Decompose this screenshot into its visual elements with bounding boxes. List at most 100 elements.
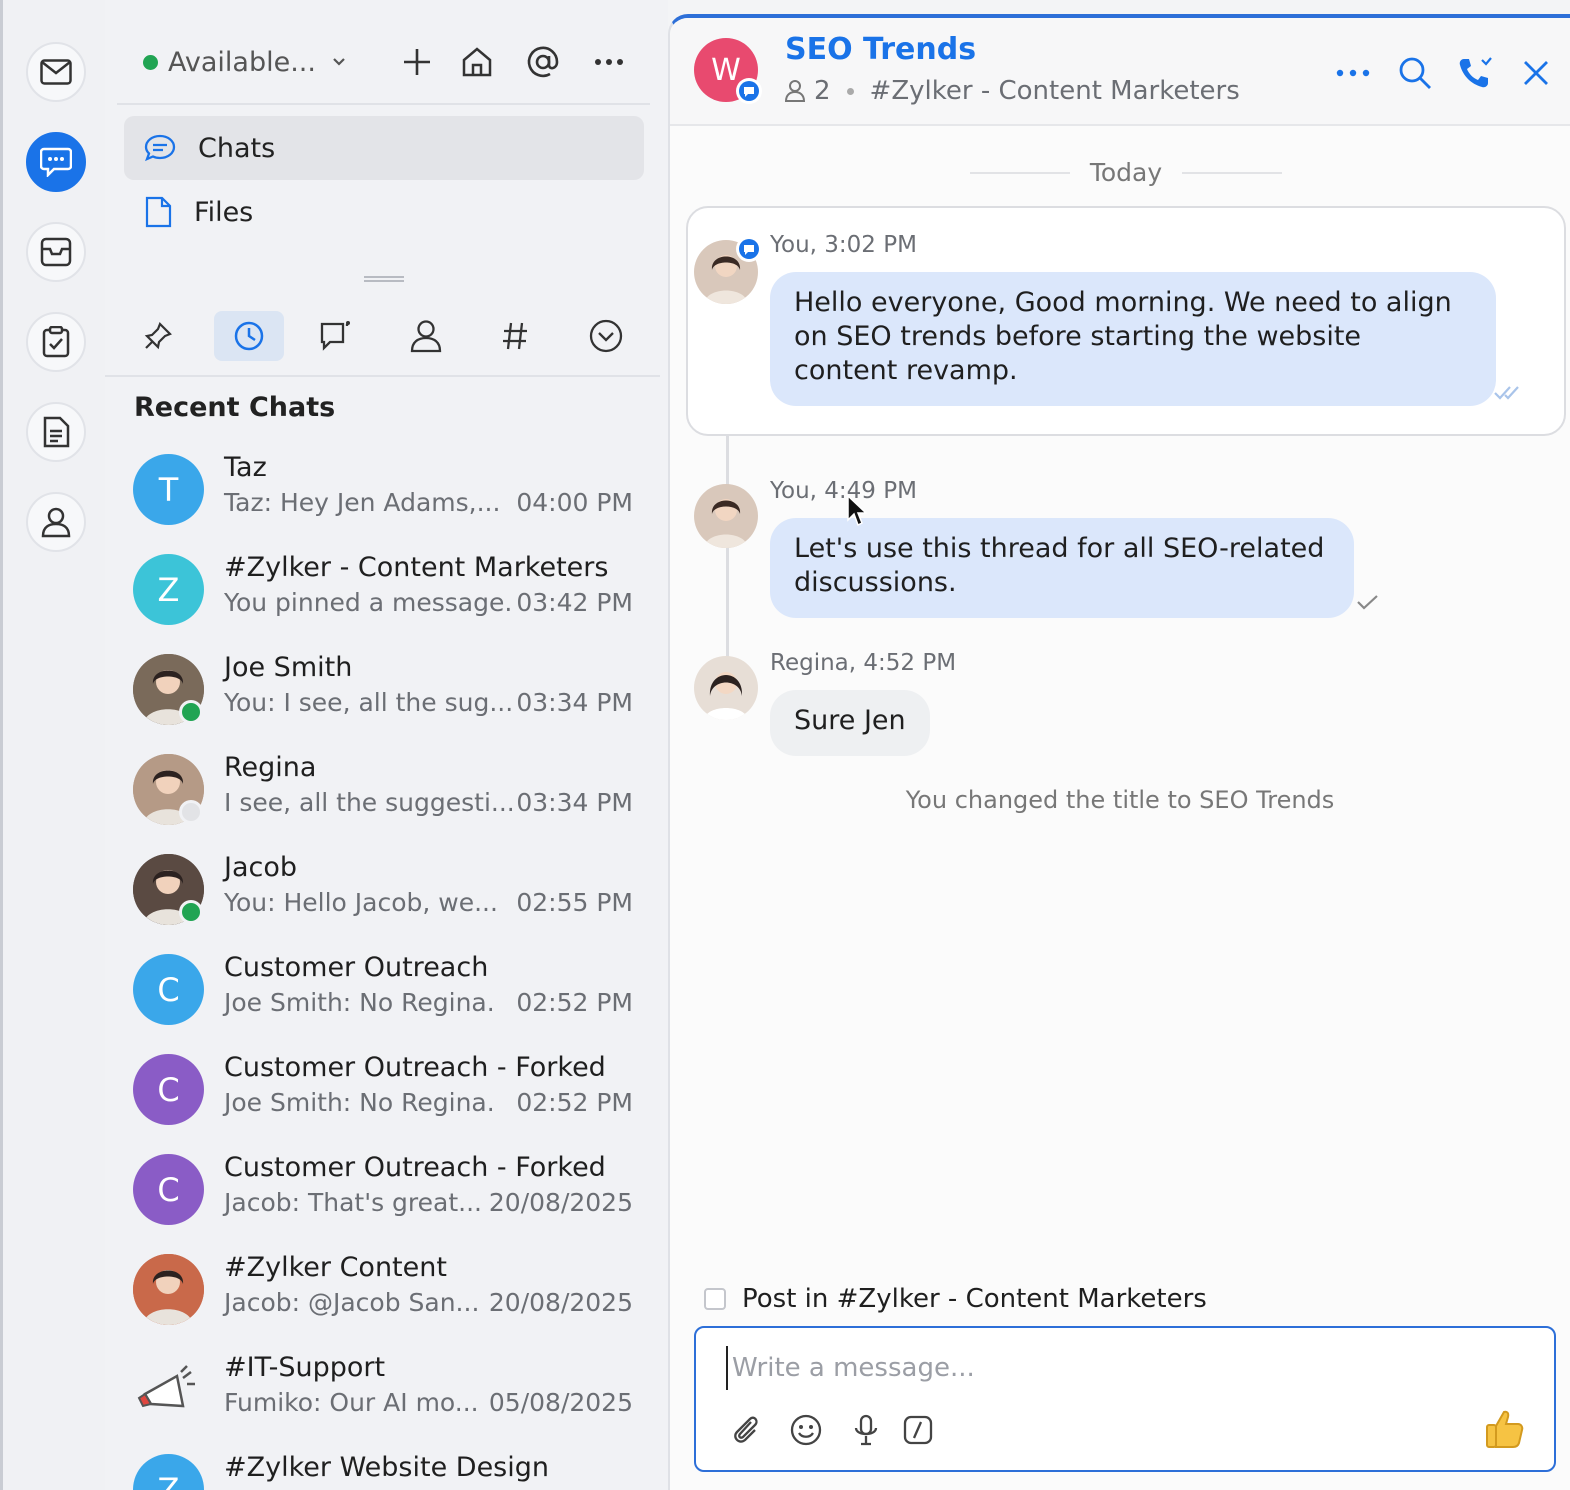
chat-preview: Jacob: @Jacob San... bbox=[224, 1288, 480, 1317]
chat-name: #Zylker - Content Marketers bbox=[224, 552, 609, 583]
avatar-initial: C bbox=[157, 1070, 180, 1109]
more-icon[interactable] bbox=[1332, 52, 1374, 94]
avatar[interactable] bbox=[694, 484, 758, 548]
message-input[interactable] bbox=[726, 1346, 1506, 1390]
chat-list-item[interactable]: Z #Zylker Website Design bbox=[133, 1446, 633, 1490]
member-count[interactable]: 2 bbox=[814, 76, 831, 106]
call-icon[interactable] bbox=[1454, 52, 1496, 94]
chat-timestamp: 20/08/2025 bbox=[488, 1188, 633, 1217]
nav-chats-label: Chats bbox=[198, 132, 276, 164]
tab-recent[interactable] bbox=[214, 311, 284, 361]
divider-line bbox=[1182, 171, 1282, 174]
mentions-icon[interactable] bbox=[521, 40, 565, 84]
threads-icon bbox=[319, 320, 353, 352]
chat-preview: Joe Smith: No Regina. bbox=[224, 1088, 495, 1117]
message-bubble[interactable]: Sure Jen bbox=[770, 690, 930, 756]
system-message: You changed the title to SEO Trends bbox=[905, 786, 1335, 814]
separator-dot bbox=[846, 87, 854, 95]
avatar-initial: Z bbox=[157, 1470, 180, 1490]
chat-list-item[interactable]: C Customer Outreach - Forked Joe Smith: No… bbox=[133, 1046, 633, 1136]
chat-header: W SEO Trends 2 #Zylker - Content Markete… bbox=[670, 18, 1570, 126]
chat-name: #IT-Support bbox=[224, 1352, 386, 1383]
chat-list-item[interactable]: T Taz Taz: Hey Jen Adams,... 04:00 PM bbox=[133, 446, 633, 536]
channels-icon bbox=[501, 321, 529, 351]
post-in-channel-label: Post in #Zylker - Content Marketers bbox=[742, 1284, 1207, 1314]
chat-timestamp: 02:52 PM bbox=[516, 1088, 633, 1117]
emoji-icon[interactable] bbox=[786, 1410, 826, 1450]
chat-timestamp: 05/08/2025 bbox=[488, 1388, 633, 1417]
chat-name: Customer Outreach - Forked bbox=[224, 1052, 606, 1083]
mail-icon[interactable] bbox=[26, 42, 86, 102]
message-bubble[interactable]: Hello everyone, Good morning. We need to… bbox=[770, 272, 1496, 406]
divider-line bbox=[970, 171, 1070, 174]
avatar-initial: C bbox=[157, 1170, 180, 1209]
avatar-initial: C bbox=[157, 970, 180, 1009]
microphone-icon[interactable] bbox=[846, 1410, 886, 1450]
chat-list-item[interactable]: Z #Zylker - Content Marketers You pinned a… bbox=[133, 546, 633, 636]
chat-preview: You: I see, all the sug... bbox=[224, 688, 514, 717]
chat-title[interactable]: SEO Trends bbox=[785, 32, 976, 67]
status-selector[interactable]: Available... bbox=[143, 42, 346, 82]
tab-pinned[interactable] bbox=[123, 311, 193, 361]
chat-panel: W SEO Trends 2 #Zylker - Content Markete… bbox=[668, 14, 1570, 1490]
chat-timestamp: 20/08/2025 bbox=[488, 1288, 633, 1317]
chat-list-item[interactable]: #Zylker Content Jacob: @Jacob San... 20/08… bbox=[133, 1246, 633, 1336]
resize-handle[interactable] bbox=[364, 276, 404, 282]
chat-list-item[interactable]: Jacob You: Hello Jacob, we... 02:55 PM bbox=[133, 846, 633, 936]
thread-badge-icon bbox=[736, 236, 762, 262]
inbox-icon[interactable] bbox=[26, 222, 86, 282]
chat-name: #Zylker Website Design bbox=[224, 1452, 550, 1483]
nav-chats[interactable]: Chats bbox=[124, 116, 644, 180]
presence-indicator bbox=[179, 900, 203, 924]
avatar[interactable] bbox=[694, 656, 758, 720]
tab-threads[interactable] bbox=[301, 311, 371, 361]
tab-more[interactable] bbox=[571, 311, 641, 361]
thumbs-up-icon[interactable] bbox=[1482, 1406, 1530, 1454]
file-icon bbox=[144, 196, 172, 228]
mouse-cursor bbox=[846, 494, 868, 528]
chat-list-item[interactable]: Regina I see, all the suggesti... 03:34 PM bbox=[133, 746, 633, 836]
notes-icon[interactable] bbox=[26, 402, 86, 462]
search-icon[interactable] bbox=[1394, 52, 1436, 94]
post-in-channel-checkbox[interactable] bbox=[704, 1288, 726, 1310]
read-receipt-icon bbox=[1494, 384, 1524, 400]
divider bbox=[105, 375, 660, 377]
thread-line bbox=[726, 436, 729, 676]
message-bubble[interactable]: Let's use this thread for all SEO-relate… bbox=[770, 518, 1354, 618]
post-in-channel-option[interactable]: Post in #Zylker - Content Marketers bbox=[704, 1284, 1207, 1314]
parent-channel[interactable]: #Zylker - Content Marketers bbox=[870, 76, 1240, 106]
recent-icon bbox=[233, 320, 265, 352]
close-icon[interactable] bbox=[1515, 52, 1557, 94]
app-rail bbox=[0, 0, 105, 1490]
attachment-icon[interactable] bbox=[726, 1410, 766, 1450]
chat-icon[interactable] bbox=[26, 132, 86, 192]
tab-channels[interactable] bbox=[480, 311, 550, 361]
avatar-initial: Z bbox=[157, 570, 180, 609]
members-icon bbox=[784, 79, 806, 103]
nav-files[interactable]: Files bbox=[124, 180, 644, 244]
chat-timestamp: 02:55 PM bbox=[516, 888, 633, 917]
more-icon[interactable] bbox=[587, 40, 631, 84]
add-icon[interactable] bbox=[395, 40, 439, 84]
tasks-icon[interactable] bbox=[26, 312, 86, 372]
thread-badge-icon bbox=[736, 78, 762, 104]
chat-preview: Fumiko: Our AI mo... bbox=[224, 1388, 479, 1417]
chat-preview: Jacob: That's great... bbox=[224, 1188, 482, 1217]
message-text: Sure Jen bbox=[794, 705, 906, 736]
sidebar: Available... Chats Files Recent Chats T … bbox=[105, 0, 668, 1490]
chat-list-item[interactable]: C Customer Outreach - Forked Jacob: That's… bbox=[133, 1146, 633, 1236]
tab-contacts[interactable] bbox=[391, 311, 461, 361]
chat-list-item[interactable]: Joe Smith You: I see, all the sug... 03:34… bbox=[133, 646, 633, 736]
chat-list-item[interactable]: #IT-Support Fumiko: Our AI mo... 05/08/202… bbox=[133, 1346, 633, 1436]
date-divider-label: Today bbox=[1089, 158, 1163, 187]
slash-command-icon[interactable] bbox=[898, 1410, 938, 1450]
chat-preview: I see, all the suggesti... bbox=[224, 788, 515, 817]
message-meta: Regina, 4:52 PM bbox=[770, 650, 957, 676]
avatar: Z bbox=[133, 1454, 204, 1490]
home-icon[interactable] bbox=[455, 40, 499, 84]
chat-list-item[interactable]: C Customer Outreach Joe Smith: No Regina. 0… bbox=[133, 946, 633, 1036]
chat-name: Customer Outreach - Forked bbox=[224, 1152, 606, 1183]
avatar: C bbox=[133, 954, 204, 1025]
contacts-icon[interactable] bbox=[26, 492, 86, 552]
recent-chats-heading: Recent Chats bbox=[134, 392, 336, 423]
